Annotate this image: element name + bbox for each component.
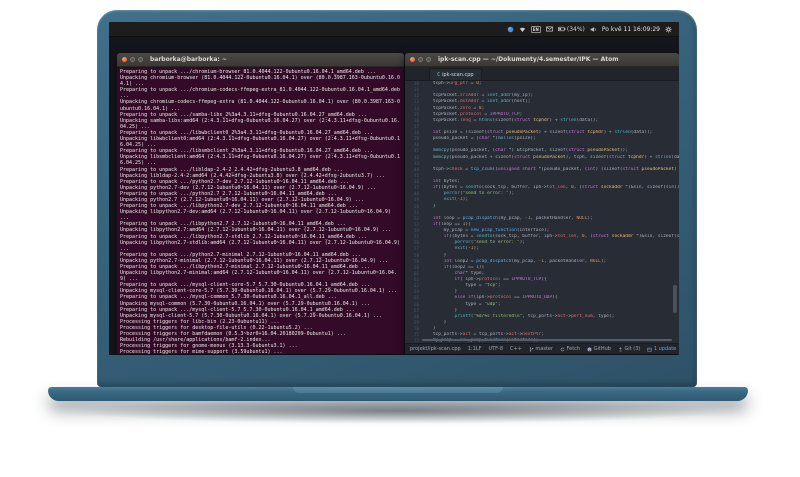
terminal-line: Preparing to unpack .../python2.7-minima… bbox=[120, 251, 361, 258]
line-number: 72 bbox=[413, 338, 419, 343]
branch-icon bbox=[529, 346, 534, 352]
tab-label: ipk-scan.cpp bbox=[442, 71, 474, 78]
status-encoding[interactable]: UTF-8 bbox=[488, 346, 503, 352]
github-icon bbox=[587, 347, 592, 351]
git-diff-icon bbox=[619, 346, 622, 351]
terminal-title: barborka@barborka: ~ bbox=[150, 56, 227, 63]
close-button[interactable] bbox=[122, 57, 127, 62]
terminal-line: Unpacking chromium-codecs-ffmpeg-extra (… bbox=[120, 99, 400, 112]
status-line-ending[interactable]: LF bbox=[476, 346, 482, 352]
battery-indicator[interactable]: (34%) bbox=[557, 25, 585, 33]
terminal-line: Unpacking mysql-client-5.7 (5.7.30-0ubun… bbox=[120, 312, 382, 319]
atom-tab-bar: C ipk-scan.cpp bbox=[405, 67, 679, 81]
terminal-line: Unpacking mysql-common (5.7.30-0ubuntu0.… bbox=[120, 300, 370, 307]
terminal-output[interactable]: Preparing to unpack .../chromium-browser… bbox=[117, 67, 404, 354]
vertical-scrollbar[interactable] bbox=[673, 285, 677, 313]
tab-ipk-scan[interactable]: C ipk-scan.cpp bbox=[429, 68, 482, 80]
terminal-line: Unpacking libpython2.7:amd64 (2.7.12-1ub… bbox=[120, 227, 391, 234]
editor-rows: 30 tcph->urg_ptr = 0; 31 32 tcpPacket.srcA… bbox=[405, 81, 679, 343]
screenshot-stage: EN (34%) Po kvě 11 16:09:29 barborka@bar… bbox=[0, 0, 800, 477]
maximize-button[interactable] bbox=[426, 57, 431, 62]
session-gear-icon[interactable] bbox=[665, 25, 672, 33]
terminal-line: Processing triggers for mime-support (3.… bbox=[120, 349, 283, 354]
keyboard-layout-label: EN bbox=[530, 25, 541, 33]
atom-titlebar[interactable]: ipk-scan.cpp — ~/Dokumenty/4.semester/IP… bbox=[405, 53, 679, 67]
battery-percentage: (34%) bbox=[566, 25, 585, 33]
status-git-fetch[interactable]: Fetch bbox=[560, 346, 580, 352]
minimize-button[interactable] bbox=[130, 57, 135, 62]
ubuntu-top-panel: EN (34%) Po kvě 11 16:09:29 bbox=[109, 22, 679, 37]
terminal-line: Unpacking python2.7-dev (2.7.12-1ubuntu0… bbox=[120, 184, 376, 191]
terminal-line: Unpacking libpython2.7-dev:amd64 (2.7.12… bbox=[120, 209, 394, 222]
laptop-base-notch bbox=[293, 387, 503, 393]
package-update-icon bbox=[647, 347, 653, 352]
horizontal-scrollbar[interactable] bbox=[422, 339, 672, 341]
status-git-changes[interactable]: Git (3) bbox=[618, 346, 640, 352]
terminal-line: Unpacking libwbclient0:amd64 (2:4.3.11+d… bbox=[120, 136, 400, 149]
status-package-updates[interactable]: 1 update bbox=[647, 346, 676, 352]
terminal-line: Preparing to unpack .../libpython2.7-std… bbox=[120, 233, 367, 240]
close-button[interactable] bbox=[410, 57, 415, 62]
terminal-line: Unpacking libldap-2.4-2:amd64 (2.4.42+df… bbox=[120, 172, 385, 179]
status-git-branch[interactable]: master bbox=[529, 346, 553, 352]
atom-window: ipk-scan.cpp — ~/Dokumenty/4.semester/IP… bbox=[405, 53, 679, 354]
mail-icon[interactable] bbox=[545, 26, 553, 32]
sync-icon bbox=[560, 346, 565, 351]
atom-status-bar: projekt/ipk-scan.cpp 1:1 LF UTF-8 C++ ma… bbox=[405, 343, 679, 354]
volume-icon[interactable] bbox=[590, 26, 597, 33]
laptop-base bbox=[48, 387, 748, 401]
terminal-line: Unpacking samba-libs:amd64 (2:4.3.11+dfs… bbox=[120, 117, 400, 130]
terminal-line: Unpacking libsmbclient:amd64 (2:4.3.11+d… bbox=[120, 154, 400, 167]
maximize-button[interactable] bbox=[138, 57, 143, 62]
terminal-line: Unpacking libpython2.7-stdlib:amd64 (2.7… bbox=[120, 239, 403, 252]
desktop-screen: EN (34%) Po kvě 11 16:09:29 barborka@bar… bbox=[109, 22, 679, 355]
terminal-line: Unpacking libpython2.7-minimal:amd64 (2.… bbox=[120, 270, 397, 283]
app-indicator-icon[interactable] bbox=[507, 26, 514, 33]
minimize-button[interactable] bbox=[418, 57, 423, 62]
terminal-line: Preparing to unpack .../samba-libs_2%3a4… bbox=[120, 111, 367, 118]
terminal-line: Preparing to unpack .../chromium-codecs-… bbox=[120, 87, 403, 100]
cpp-file-icon: C bbox=[437, 71, 441, 78]
keyboard-layout-indicator[interactable]: EN bbox=[530, 25, 541, 33]
status-cursor-position[interactable]: 1:1 bbox=[468, 346, 476, 352]
wifi-icon[interactable] bbox=[519, 26, 526, 33]
code-editor[interactable]: 30 tcph->urg_ptr = 0; 31 32 tcpPacket.srcA… bbox=[405, 81, 679, 343]
status-github[interactable]: GitHub bbox=[587, 346, 611, 352]
terminal-titlebar[interactable]: barborka@barborka: ~ bbox=[117, 53, 404, 67]
status-grammar[interactable]: C++ bbox=[510, 346, 522, 352]
laptop-screen-bezel: EN (34%) Po kvě 11 16:09:29 barborka@bar… bbox=[97, 10, 697, 387]
terminal-window: barborka@barborka: ~ Preparing to unpack… bbox=[117, 53, 404, 354]
status-file-path: projekt/ipk-scan.cpp bbox=[410, 346, 461, 352]
panel-clock[interactable]: Po kvě 11 16:09:29 bbox=[602, 26, 660, 33]
atom-window-title: ipk-scan.cpp — ~/Dokumenty/4.semester/IP… bbox=[438, 56, 619, 63]
terminal-line: Unpacking chromium-browser (81.0.4044.12… bbox=[120, 75, 400, 88]
desktop-background: barborka@barborka: ~ Preparing to unpack… bbox=[109, 37, 679, 355]
laptop-shadow bbox=[70, 398, 726, 424]
